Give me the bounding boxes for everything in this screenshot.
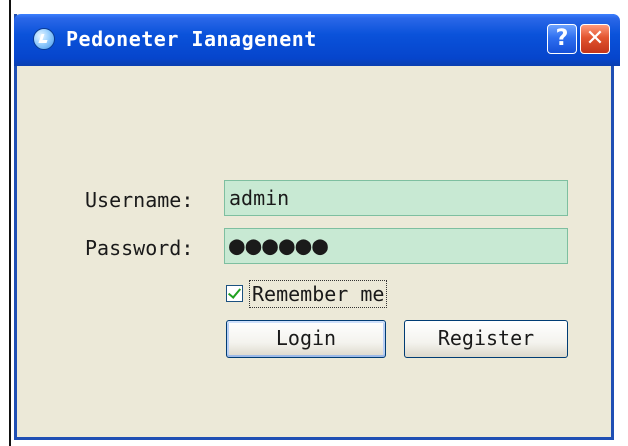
password-input[interactable]: ●●●●●● — [224, 228, 568, 264]
app-logo-icon — [33, 28, 55, 50]
page: Pedoneter Ianagenent ? ✕ Username: Passw… — [0, 0, 628, 446]
title-bar[interactable]: Pedoneter Ianagenent ? ✕ — [14, 14, 620, 66]
username-input[interactable] — [224, 180, 568, 216]
close-button[interactable]: ✕ — [580, 24, 610, 54]
register-button[interactable]: Register — [404, 320, 568, 358]
window-title: Pedoneter Ianagenent — [66, 27, 317, 51]
login-window: Pedoneter Ianagenent ? ✕ Username: Passw… — [14, 14, 620, 440]
remember-me-label[interactable]: Remember me — [249, 280, 388, 308]
password-label: Password: — [85, 236, 194, 260]
username-label: Username: — [85, 188, 194, 212]
page-edge-line — [9, 0, 11, 446]
login-button[interactable]: Login — [226, 320, 386, 358]
help-button[interactable]: ? — [547, 24, 577, 54]
checkmark-icon[interactable] — [226, 285, 243, 302]
